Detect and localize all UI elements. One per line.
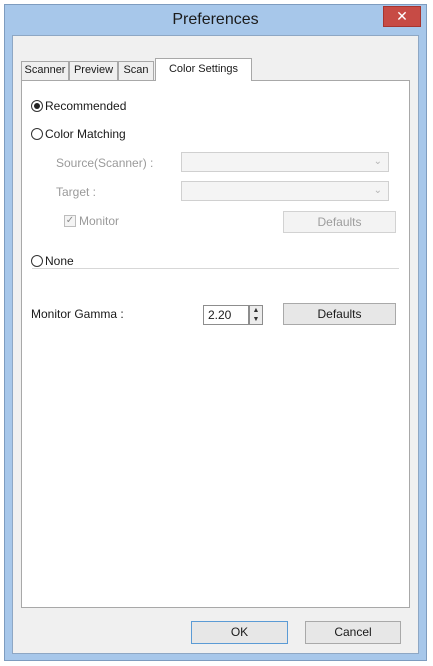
tab-preview[interactable]: Preview <box>69 61 118 80</box>
none-radio[interactable] <box>31 255 43 267</box>
window-title: Preferences <box>172 11 259 28</box>
tab-scanner[interactable]: Scanner <box>21 61 69 80</box>
tab-color-settings[interactable]: Color Settings <box>155 58 252 81</box>
close-icon: ✕ <box>396 8 408 24</box>
monitor-checkbox[interactable]: ✓ <box>64 215 76 227</box>
color-matching-radio[interactable] <box>31 128 43 140</box>
none-label[interactable]: None <box>45 254 74 268</box>
monitor-label: Monitor <box>79 214 120 228</box>
tab-scan[interactable]: Scan <box>118 61 154 80</box>
source-scanner-label: Source(Scanner) : <box>56 156 154 170</box>
section-divider <box>32 268 399 269</box>
title-bar: Preferences ✕ <box>5 5 426 35</box>
color-matching-label[interactable]: Color Matching <box>45 127 126 141</box>
chevron-down-icon: ⌄ <box>373 185 382 196</box>
monitor-gamma-stepper[interactable]: ▲ ▼ <box>249 305 263 325</box>
spin-up-icon[interactable]: ▲ <box>250 306 262 315</box>
recommended-radio[interactable] <box>31 100 43 112</box>
monitor-gamma-input[interactable]: 2.20 <box>203 305 249 325</box>
recommended-label[interactable]: Recommended <box>45 99 126 113</box>
color-settings-panel: Recommended Color Matching Source(Scanne… <box>21 80 410 608</box>
monitor-gamma-label: Monitor Gamma : <box>31 307 124 321</box>
monitor-gamma-defaults-button[interactable]: Defaults <box>283 303 396 325</box>
close-button[interactable]: ✕ <box>383 6 421 27</box>
preferences-window: Preferences ✕ Scanner Preview Scan Color… <box>4 4 427 661</box>
ok-button[interactable]: OK <box>191 621 288 644</box>
dialog-client-area: Scanner Preview Scan Color Settings Reco… <box>12 35 419 654</box>
check-icon: ✓ <box>65 215 75 226</box>
target-label: Target : <box>56 185 97 199</box>
source-scanner-dropdown[interactable]: ⌄ <box>181 152 389 172</box>
color-matching-defaults-button[interactable]: Defaults <box>283 211 396 233</box>
cancel-button[interactable]: Cancel <box>305 621 401 644</box>
target-dropdown[interactable]: ⌄ <box>181 181 389 201</box>
spin-down-icon[interactable]: ▼ <box>250 315 262 324</box>
chevron-down-icon: ⌄ <box>373 156 382 167</box>
